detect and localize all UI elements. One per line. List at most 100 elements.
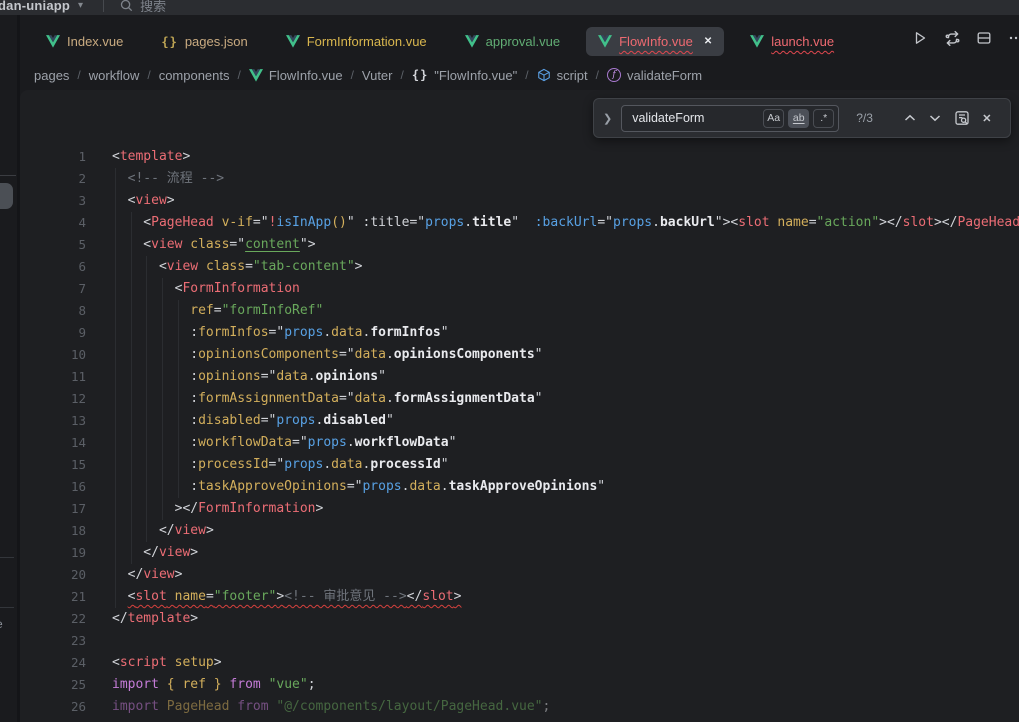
line-number[interactable]: 15 — [20, 454, 86, 476]
code-line[interactable]: 6 <view class="tab-content"> — [20, 256, 1019, 278]
breadcrumb-item-vuter[interactable]: Vuter — [362, 68, 393, 83]
title-bar: dan-uniapp ▾ 搜索 — [0, 0, 1019, 15]
tab-approval-vue[interactable]: approval.vue — [453, 27, 572, 56]
code-line[interactable]: 1<template> — [20, 146, 1019, 168]
line-number[interactable]: 19 — [20, 542, 86, 564]
more-icon[interactable] — [1007, 29, 1019, 47]
code-text: import { ref } from "vue"; — [112, 677, 316, 692]
indent-guide — [115, 498, 116, 520]
line-number[interactable]: 17 — [20, 498, 86, 520]
expand-find-icon[interactable]: ❯ — [603, 112, 612, 125]
line-number[interactable]: 24 — [20, 652, 86, 674]
code-editor[interactable]: 1<template>2 <!-- 流程 -->3 <view>4 <PageH… — [20, 90, 1019, 718]
tab-launch-vue[interactable]: launch.vue — [738, 27, 846, 56]
code-line[interactable]: 14 :workflowData="props.workflowData" — [20, 432, 1019, 454]
code-line[interactable]: 18 </view> — [20, 520, 1019, 542]
code-line[interactable]: 19 </view> — [20, 542, 1019, 564]
line-number[interactable]: 22 — [20, 608, 86, 630]
code-line[interactable]: 11 :opinions="data.opinions" — [20, 366, 1019, 388]
line-number[interactable]: 10 — [20, 344, 86, 366]
line-number[interactable]: 8 — [20, 300, 86, 322]
breadcrumb-item--flowinfo-vue-[interactable]: {}"FlowInfo.vue" — [412, 68, 517, 83]
code-line[interactable]: 12 :formAssignmentData="data.formAssignm… — [20, 388, 1019, 410]
line-number[interactable]: 16 — [20, 476, 86, 498]
line-number[interactable]: 2 — [20, 168, 86, 190]
code-line[interactable]: 25 import { ref } from "vue"; — [20, 674, 1019, 696]
line-number[interactable]: 5 — [20, 234, 86, 256]
split-editor-icon[interactable] — [975, 29, 993, 47]
tab-index-vue[interactable]: Index.vue — [34, 27, 135, 56]
code-line[interactable]: 7 <FormInformation — [20, 278, 1019, 300]
line-number[interactable]: 20 — [20, 564, 86, 586]
code-line[interactable]: 24<script setup> — [20, 652, 1019, 674]
breadcrumb-item-pages[interactable]: pages — [34, 68, 69, 83]
swap-branches-icon[interactable] — [943, 29, 961, 47]
code-line[interactable]: 16 :taskApproveOpinions="props.data.task… — [20, 476, 1019, 498]
line-number[interactable]: 13 — [20, 410, 86, 432]
indent-guide — [146, 344, 147, 366]
code-line[interactable]: 5 <view class="content"> — [20, 234, 1019, 256]
close-tab-icon[interactable]: ✕ — [704, 36, 712, 47]
code-line[interactable]: 2 <!-- 流程 --> — [20, 168, 1019, 190]
code-text: </view> — [112, 523, 214, 538]
tab-pages-json[interactable]: {}pages.json — [149, 27, 259, 56]
line-number[interactable]: 25 — [20, 674, 86, 696]
chevron-down-icon[interactable]: ▾ — [78, 0, 83, 11]
open-find-in-file-icon[interactable] — [954, 110, 970, 126]
search-query[interactable]: validateForm — [632, 111, 759, 125]
line-number[interactable]: 21 — [20, 586, 86, 608]
code-text: </view> — [112, 545, 198, 560]
line-number[interactable]: 23 — [20, 630, 86, 652]
breadcrumb-item-script[interactable]: script — [537, 68, 588, 83]
code-text: :opinionsComponents="data.opinionsCompon… — [112, 347, 543, 362]
sidebar-handle[interactable] — [0, 183, 13, 209]
line-number[interactable]: 7 — [20, 278, 86, 300]
line-number[interactable]: 18 — [20, 520, 86, 542]
code-line[interactable]: 8 ref="formInfoRef" — [20, 300, 1019, 322]
line-number[interactable]: 26 — [20, 696, 86, 718]
indent-guide — [115, 388, 116, 410]
tab-flowinfo-vue[interactable]: FlowInfo.vue✕ — [586, 27, 724, 56]
line-number[interactable]: 3 — [20, 190, 86, 212]
line-number[interactable]: 12 — [20, 388, 86, 410]
code-line[interactable]: 17 ></FormInformation> — [20, 498, 1019, 520]
indent-guide — [131, 322, 132, 344]
code-line[interactable]: 10 :opinionsComponents="data.opinionsCom… — [20, 344, 1019, 366]
tab-forminformation-vue[interactable]: FormInformation.vue — [274, 27, 439, 56]
code-line[interactable]: 13 :disabled="props.disabled" — [20, 410, 1019, 432]
code-text: :workflowData="props.workflowData" — [112, 435, 456, 450]
code-line[interactable]: 4 <PageHead v-if="!isInApp()" :title="pr… — [20, 212, 1019, 234]
regex-toggle[interactable]: .* — [813, 109, 834, 128]
line-number[interactable]: 4 — [20, 212, 86, 234]
breadcrumb-item-workflow[interactable]: workflow — [89, 68, 140, 83]
line-number[interactable]: 6 — [20, 256, 86, 278]
line-number[interactable]: 11 — [20, 366, 86, 388]
project-name[interactable]: dan-uniapp — [0, 0, 70, 13]
indent-guide — [146, 454, 147, 476]
vue-icon — [286, 35, 300, 48]
search-input[interactable]: validateForm Aaab.* — [621, 105, 839, 132]
whole-words-toggle[interactable]: ab — [788, 109, 809, 128]
line-number[interactable]: 9 — [20, 322, 86, 344]
close-find-icon[interactable]: ✕ — [982, 112, 991, 125]
previous-match-icon[interactable] — [904, 114, 916, 122]
next-match-icon[interactable] — [929, 114, 941, 122]
code-line[interactable]: 9 :formInfos="props.data.formInfos" — [20, 322, 1019, 344]
code-line[interactable]: 23 — [20, 630, 1019, 652]
breadcrumb-item-validateform[interactable]: fvalidateForm — [607, 68, 702, 83]
code-line[interactable]: 15 :processId="props.data.processId" — [20, 454, 1019, 476]
breadcrumb-item-flowinfo-vue[interactable]: FlowInfo.vue — [249, 68, 343, 83]
code-line[interactable]: 22</template> — [20, 608, 1019, 630]
indent-guide — [115, 278, 116, 300]
global-search[interactable]: 搜索 — [120, 0, 166, 15]
indent-guide — [162, 322, 163, 344]
code-line[interactable]: 21 <slot name="footer"><!-- 审批意见 --></sl… — [20, 586, 1019, 608]
breadcrumb-item-components[interactable]: components — [159, 68, 230, 83]
code-line[interactable]: 3 <view> — [20, 190, 1019, 212]
code-line[interactable]: 26import PageHead from "@/components/lay… — [20, 696, 1019, 718]
line-number[interactable]: 14 — [20, 432, 86, 454]
run-icon[interactable] — [911, 29, 929, 47]
match-case-toggle[interactable]: Aa — [763, 109, 784, 128]
code-line[interactable]: 20 </view> — [20, 564, 1019, 586]
line-number[interactable]: 1 — [20, 146, 86, 168]
